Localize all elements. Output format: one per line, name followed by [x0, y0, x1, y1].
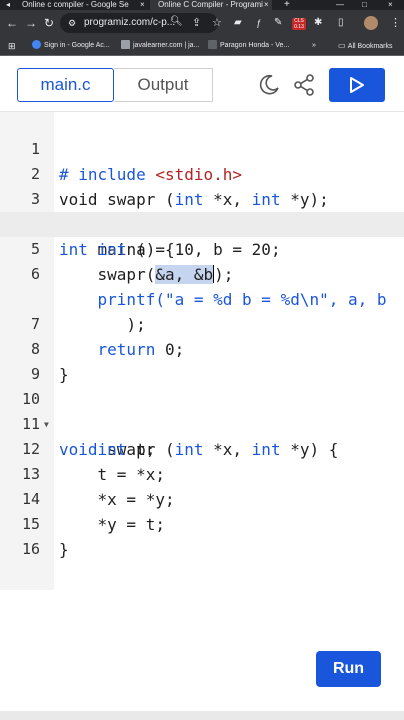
bottom-bar: [0, 711, 404, 720]
bookmark-google[interactable]: Sign in - Google Ac...: [32, 40, 110, 52]
run-button[interactable]: Run: [316, 651, 381, 687]
maximize-icon[interactable]: □: [362, 0, 367, 9]
tab-output[interactable]: Output: [114, 68, 213, 102]
code-line[interactable]: 13 *x = *y;: [0, 437, 404, 509]
code-line[interactable]: 9: [0, 337, 404, 383]
browser-tabstrip: ◂ Online c compiler - Google Se × Online…: [0, 0, 404, 10]
google-icon: [32, 40, 41, 49]
minimize-icon[interactable]: —: [336, 0, 344, 9]
bookmarks-bar: ⊞ Sign in - Google Ac... javalearner.com…: [0, 36, 404, 56]
tab-main-c[interactable]: main.c: [17, 68, 114, 102]
dark-mode-moon-icon[interactable]: [257, 73, 281, 97]
code-line[interactable]: 10 ▼ void swapr (int *x, int *y) {: [0, 362, 404, 459]
code-editor[interactable]: 1 # include <stdio.h> 2 void swapr (int …: [0, 112, 404, 720]
code-line[interactable]: 11 int t;: [0, 387, 404, 459]
extension-badge[interactable]: CLS 0.13: [292, 18, 306, 30]
tab-search-icon[interactable]: ◂: [6, 0, 10, 9]
code-line[interactable]: 4 int a = 10, b = 20;: [0, 187, 404, 259]
side-panel-icon[interactable]: ▯: [338, 16, 344, 30]
zoom-icon[interactable]: 🔍︎: [170, 15, 183, 29]
profile-avatar[interactable]: [364, 16, 378, 30]
folder-icon: ▭: [338, 41, 348, 50]
site-info-icon[interactable]: ⚙: [68, 13, 76, 33]
code-line[interactable]: 3 ▼ int main() {: [0, 162, 404, 259]
reload-icon[interactable]: ↻: [44, 16, 54, 30]
apps-grid-icon[interactable]: ⊞: [8, 40, 16, 52]
bookmark-javalearner[interactable]: javalearner.com | ja...: [121, 40, 199, 52]
bookmark-paragon-honda[interactable]: Paragon Honda - Ve...: [208, 40, 289, 52]
extensions-puzzle-icon[interactable]: ✱: [314, 16, 322, 30]
bookmark-star-icon[interactable]: ☆: [212, 16, 222, 30]
address-text: programiz.com/c-p...: [84, 17, 176, 28]
code-line[interactable]: 12 t = *x;: [0, 412, 404, 484]
code-line[interactable]: 1 # include <stdio.h>: [0, 112, 404, 184]
forward-icon[interactable]: →: [25, 16, 37, 30]
code-line[interactable]: 2 void swapr (int *x, int *y);: [0, 137, 404, 209]
code-line-active[interactable]: 5 swapr(&a, &b);: [0, 212, 404, 284]
all-bookmarks[interactable]: ▭ All Bookmarks: [338, 40, 393, 53]
code-line[interactable]: 15 }: [0, 487, 404, 559]
menu-kebab-icon[interactable]: ⋮: [390, 16, 401, 30]
extension-icon[interactable]: ▰: [234, 16, 242, 30]
code-line-wrap[interactable]: );: [0, 262, 404, 334]
honda-icon: [208, 40, 217, 49]
back-icon[interactable]: ←: [6, 16, 18, 30]
browser-toolbar: ← → ↻ ⚙ programiz.com/c-p... 🔍︎ ⇪ ☆ ▰ ƒ …: [0, 10, 404, 36]
code-line[interactable]: 6 printf("a = %d b = %d\n", a, b: [0, 237, 404, 309]
run-icon-button[interactable]: [329, 68, 385, 102]
code-line[interactable]: 14 *y = t;: [0, 462, 404, 534]
code-line[interactable]: 16: [0, 512, 404, 558]
function-extension-icon[interactable]: ƒ: [256, 16, 261, 30]
new-tab-icon[interactable]: +: [284, 0, 290, 10]
share-icon[interactable]: ⇪: [192, 16, 201, 30]
tab-close-icon[interactable]: ×: [264, 0, 269, 9]
code-line[interactable]: 7 return 0;: [0, 287, 404, 359]
page-icon: [121, 40, 130, 49]
code-token: }: [59, 540, 69, 559]
browser-tab-programiz[interactable]: Online C Compiler - Programi: [150, 0, 272, 10]
line-number: 16: [21, 540, 40, 558]
browser-tab-google[interactable]: Online c compiler - Google Se: [22, 0, 152, 10]
pen-extension-icon[interactable]: ✎: [274, 16, 282, 30]
play-icon: [350, 77, 364, 93]
bookmarks-overflow-icon[interactable]: »: [312, 40, 316, 52]
tab-close-icon[interactable]: ×: [140, 0, 145, 9]
share-icon[interactable]: [292, 73, 316, 97]
code-line[interactable]: 8 }: [0, 312, 404, 384]
window-close-icon[interactable]: ×: [388, 0, 393, 9]
editor-header: main.c Output: [0, 56, 404, 112]
